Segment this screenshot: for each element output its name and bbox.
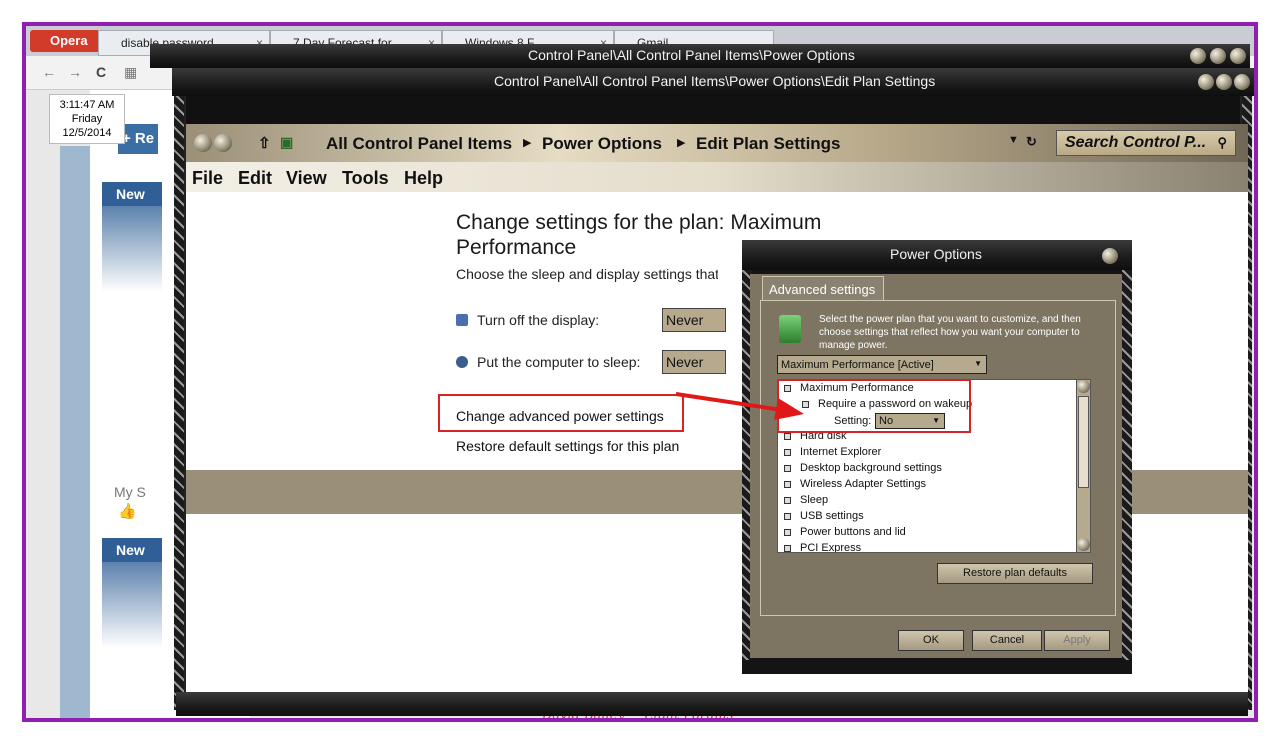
expand-icon[interactable] [784, 513, 791, 520]
page-subtitle: Choose the sleep and display settings th… [456, 266, 718, 282]
search-input[interactable]: Search Control P... ⚲ [1056, 130, 1236, 156]
search-icon[interactable]: ⚲ [1217, 135, 1227, 151]
breadcrumb-separator-icon[interactable]: ▶ [677, 136, 685, 149]
display-timeout-select[interactable]: Never [662, 308, 726, 332]
expand-icon[interactable] [784, 497, 791, 504]
back-orb-icon[interactable] [194, 134, 212, 152]
clock-widget: 3:11:47 AM Friday 12/5/2014 [49, 94, 125, 144]
sleep-label: Put the computer to sleep: [477, 354, 641, 370]
thumbs-up-icon[interactable]: 👍 [118, 502, 137, 520]
display-label: Turn off the display: [477, 312, 600, 328]
sleep-icon [456, 356, 468, 368]
tree-item[interactable]: USB settings [800, 510, 864, 522]
breadcrumb-separator-icon[interactable]: ▶ [523, 136, 531, 149]
scroll-thumb[interactable] [1078, 396, 1089, 488]
breadcrumb-power-options[interactable]: Power Options [542, 134, 662, 154]
clock-time: 3:11:47 AM [59, 99, 115, 111]
main-window-titlebar[interactable]: Control Panel\All Control Panel Items\Po… [172, 68, 1254, 96]
main-window-bottom-bar [176, 692, 1248, 716]
reload-icon[interactable]: C [96, 64, 106, 80]
back-arrow-icon[interactable]: ← [42, 64, 56, 80]
scroll-down-icon[interactable] [1077, 538, 1090, 551]
minimize-orb-icon[interactable] [1198, 74, 1214, 90]
expand-icon[interactable] [784, 465, 791, 472]
up-arrow-icon[interactable]: ⇧ [258, 134, 271, 152]
menu-file[interactable]: File [192, 168, 223, 189]
clock-date: 12/5/2014 [62, 127, 112, 139]
forward-arrow-icon[interactable]: → [68, 64, 82, 80]
menu-edit[interactable]: Edit [238, 168, 272, 189]
tree-scrollbar[interactable] [1076, 380, 1090, 552]
expand-icon[interactable] [784, 545, 791, 552]
new-posts-tab[interactable]: New [102, 182, 162, 206]
tree-item[interactable]: Power buttons and lid [800, 526, 906, 538]
back-window-title: Control Panel\All Control Panel Items\Po… [528, 47, 855, 63]
plan-select[interactable]: Maximum Performance [Active] ▼ [777, 355, 987, 374]
maximize-orb-icon[interactable] [1216, 74, 1232, 90]
sleep-timeout-select[interactable]: Never [662, 350, 726, 374]
menu-view[interactable]: View [286, 168, 327, 189]
tree-item[interactable]: PCI Express [800, 542, 861, 552]
forward-orb-icon[interactable] [214, 134, 232, 152]
menu-bar: File Edit View Tools Help [186, 162, 1248, 192]
cancel-button[interactable]: Cancel [972, 630, 1042, 651]
expand-icon[interactable] [784, 433, 791, 440]
close-orb-icon[interactable] [1230, 48, 1246, 64]
search-placeholder: Search Control P... [1065, 134, 1207, 151]
control-panel-icon: ▣ [280, 134, 294, 150]
maximize-orb-icon[interactable] [1210, 48, 1226, 64]
plan-select-value: Maximum Performance [Active] [781, 359, 934, 371]
tree-item[interactable]: Wireless Adapter Settings [800, 478, 926, 490]
close-orb-icon[interactable] [1102, 248, 1118, 264]
history-dropdown-icon[interactable]: ▼ [1008, 134, 1019, 146]
dialog-border-chain [1122, 260, 1132, 660]
advanced-settings-panel: Select the power plan that you want to c… [760, 300, 1116, 616]
display-icon [456, 314, 468, 326]
breadcrumb-edit-plan[interactable]: Edit Plan Settings [696, 134, 841, 154]
dialog-body: Advanced settings Select the power plan … [750, 274, 1122, 658]
clock-day: Friday [71, 113, 103, 125]
power-plan-icon [779, 315, 801, 343]
scroll-up-icon[interactable] [1077, 380, 1090, 393]
dialog-titlebar[interactable]: Power Options [742, 240, 1132, 270]
restore-plan-defaults-button[interactable]: Restore plan defaults [937, 563, 1093, 584]
ok-button[interactable]: OK [898, 630, 964, 651]
expand-icon[interactable] [784, 449, 791, 456]
menu-help[interactable]: Help [404, 168, 443, 189]
expand-icon[interactable] [784, 529, 791, 536]
advanced-settings-link[interactable]: Change advanced power settings [456, 408, 664, 424]
tree-item[interactable]: Desktop background settings [800, 462, 942, 474]
apply-button[interactable]: Apply [1044, 630, 1110, 651]
grid-icon[interactable]: ▦ [124, 64, 137, 81]
minimize-orb-icon[interactable] [1190, 48, 1206, 64]
breadcrumb-all-items[interactable]: All Control Panel Items [326, 134, 512, 154]
page-left-stripe [60, 146, 90, 718]
tree-item[interactable]: Sleep [800, 494, 828, 506]
refresh-icon[interactable]: ↻ [1026, 134, 1037, 150]
red-arrow-icon [675, 392, 804, 420]
expand-icon[interactable] [784, 481, 791, 488]
opera-menu-button[interactable]: Opera [30, 30, 100, 52]
main-window-title: Control Panel\All Control Panel Items\Po… [494, 73, 936, 89]
tab-advanced-settings[interactable]: Advanced settings [762, 276, 884, 300]
close-orb-icon[interactable] [1234, 74, 1250, 90]
new-posts-tab[interactable]: New [102, 538, 162, 562]
dialog-description: Select the power plan that you want to c… [819, 314, 1081, 351]
chevron-down-icon[interactable]: ▼ [974, 359, 982, 368]
power-options-dialog: Power Options Advanced settings Select t… [742, 240, 1132, 674]
my-system-label: My S [114, 484, 146, 500]
menu-tools[interactable]: Tools [342, 168, 389, 189]
screenshot-frame: Opera disable password × 7 Day Forecast … [22, 22, 1258, 722]
back-window-titlebar[interactable]: Control Panel\All Control Panel Items\Po… [150, 44, 1250, 68]
window-border-chain [174, 90, 184, 710]
dialog-title: Power Options [890, 246, 982, 262]
restore-defaults-link[interactable]: Restore default settings for this plan [456, 438, 679, 454]
tree-item[interactable]: Internet Explorer [800, 446, 881, 458]
